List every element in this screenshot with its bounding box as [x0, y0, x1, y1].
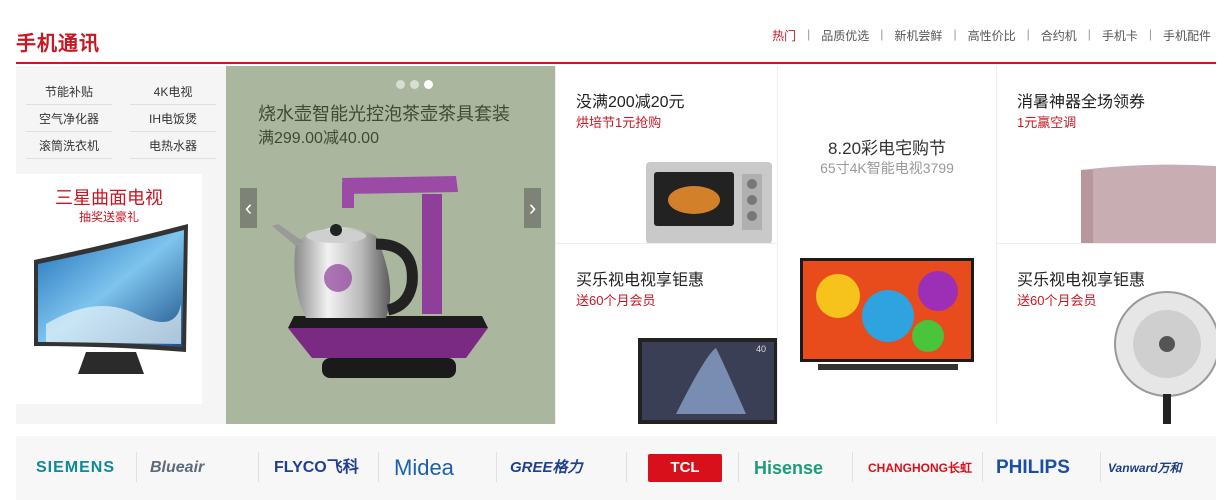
category-link[interactable]: 4K电视	[130, 80, 216, 105]
category-link[interactable]: 节能补贴	[26, 80, 112, 105]
brand-divider	[738, 452, 739, 482]
brand-divider	[626, 452, 627, 482]
category-link[interactable]: IH电饭煲	[130, 107, 216, 132]
tab-separator: |	[880, 27, 884, 41]
tv-festival-card[interactable]: 8.20彩电宅购节 65寸4K智能电视3799	[777, 66, 996, 424]
left-panel: 节能补贴 4K电视 空气净化器 IH电饭煲 滚筒洗衣机 电热水器 三星曲面电视 …	[16, 66, 226, 424]
brand-flyco-logo[interactable]: FLYCO飞科	[274, 436, 359, 500]
brand-divider	[136, 452, 137, 482]
tab-separator: |	[1026, 27, 1030, 41]
4k-tv-image	[800, 258, 974, 370]
tab-sim-card[interactable]: 手机卡	[1102, 27, 1138, 44]
tab-quality[interactable]: 品质优选	[821, 27, 869, 44]
brand-changhong-logo[interactable]: CHANGHONG长虹	[868, 436, 972, 500]
brand-siemens-logo[interactable]: SIEMENS	[36, 436, 115, 500]
category-link[interactable]: 电热水器	[130, 134, 216, 159]
oven-image	[646, 162, 772, 243]
samsung-tv-promo[interactable]: 三星曲面电视 抽奖送豪礼	[16, 174, 202, 404]
floor-header: 手机通讯 热门 | 品质优选 | 新机尝鲜 | 高性价比 | 合约机 | 手机卡…	[16, 0, 1216, 64]
category-link[interactable]: 空气净化器	[26, 107, 112, 132]
floor-tabs: 热门 | 品质优选 | 新机尝鲜 | 高性价比 | 合约机 | 手机卡 | 手机…	[772, 27, 1211, 44]
brand-philips-logo[interactable]: PHILIPS	[996, 436, 1070, 500]
brand-divider	[258, 452, 259, 482]
kettle-set-image	[272, 176, 488, 378]
tab-hot[interactable]: 热门	[772, 27, 796, 44]
air-conditioner-promo-card[interactable]: 消暑神器全场领券 1元赢空调	[996, 66, 1216, 244]
fan-image	[1114, 291, 1216, 424]
category-link[interactable]: 滚筒洗衣机	[26, 134, 112, 159]
tab-separator: |	[807, 27, 811, 41]
floor-title: 手机通讯	[16, 33, 100, 55]
tv-size-badge: 40	[756, 344, 766, 354]
brand-divider	[496, 452, 497, 482]
brand-divider	[852, 452, 853, 482]
air-conditioner-image	[1081, 164, 1216, 243]
letv-promo-card[interactable]: 买乐视电视享钜惠 送60个月会员 40	[555, 244, 777, 424]
tab-separator: |	[1087, 27, 1091, 41]
brand-divider	[378, 452, 379, 482]
tab-contract[interactable]: 合约机	[1041, 27, 1077, 44]
hero-carousel[interactable]: 烧水壶智能光控泡茶壶茶具套装 满299.00减40.00 ‹ ›	[226, 66, 555, 424]
brand-vanward-logo[interactable]: Vanward万和	[1108, 436, 1182, 500]
tab-accessories[interactable]: 手机配件	[1163, 27, 1211, 44]
brand-midea-logo[interactable]: Midea	[394, 436, 454, 500]
tv-image: 40	[638, 338, 777, 424]
tab-separator: |	[953, 27, 957, 41]
brand-divider	[982, 452, 983, 482]
fan-promo-card[interactable]: 买乐视电视享钜惠 送60个月会员	[996, 244, 1216, 424]
brand-hisense-logo[interactable]: Hisense	[754, 436, 823, 500]
tab-new-phones[interactable]: 新机尝鲜	[894, 27, 942, 44]
brand-bar: SIEMENS Blueair FLYCO飞科 Midea GREE格力 TCL…	[16, 436, 1216, 500]
brand-divider	[1100, 452, 1101, 482]
brand-gree-logo[interactable]: GREE格力	[510, 436, 583, 500]
brand-blueair-logo[interactable]: Blueair	[150, 436, 204, 500]
tab-separator: |	[1148, 27, 1152, 41]
tab-value[interactable]: 高性价比	[968, 27, 1016, 44]
oven-promo-card[interactable]: 没满200减20元 烘培节1元抢购	[555, 66, 777, 244]
brand-tcl-logo[interactable]: TCL	[648, 454, 722, 482]
curved-tv-image	[34, 224, 188, 374]
